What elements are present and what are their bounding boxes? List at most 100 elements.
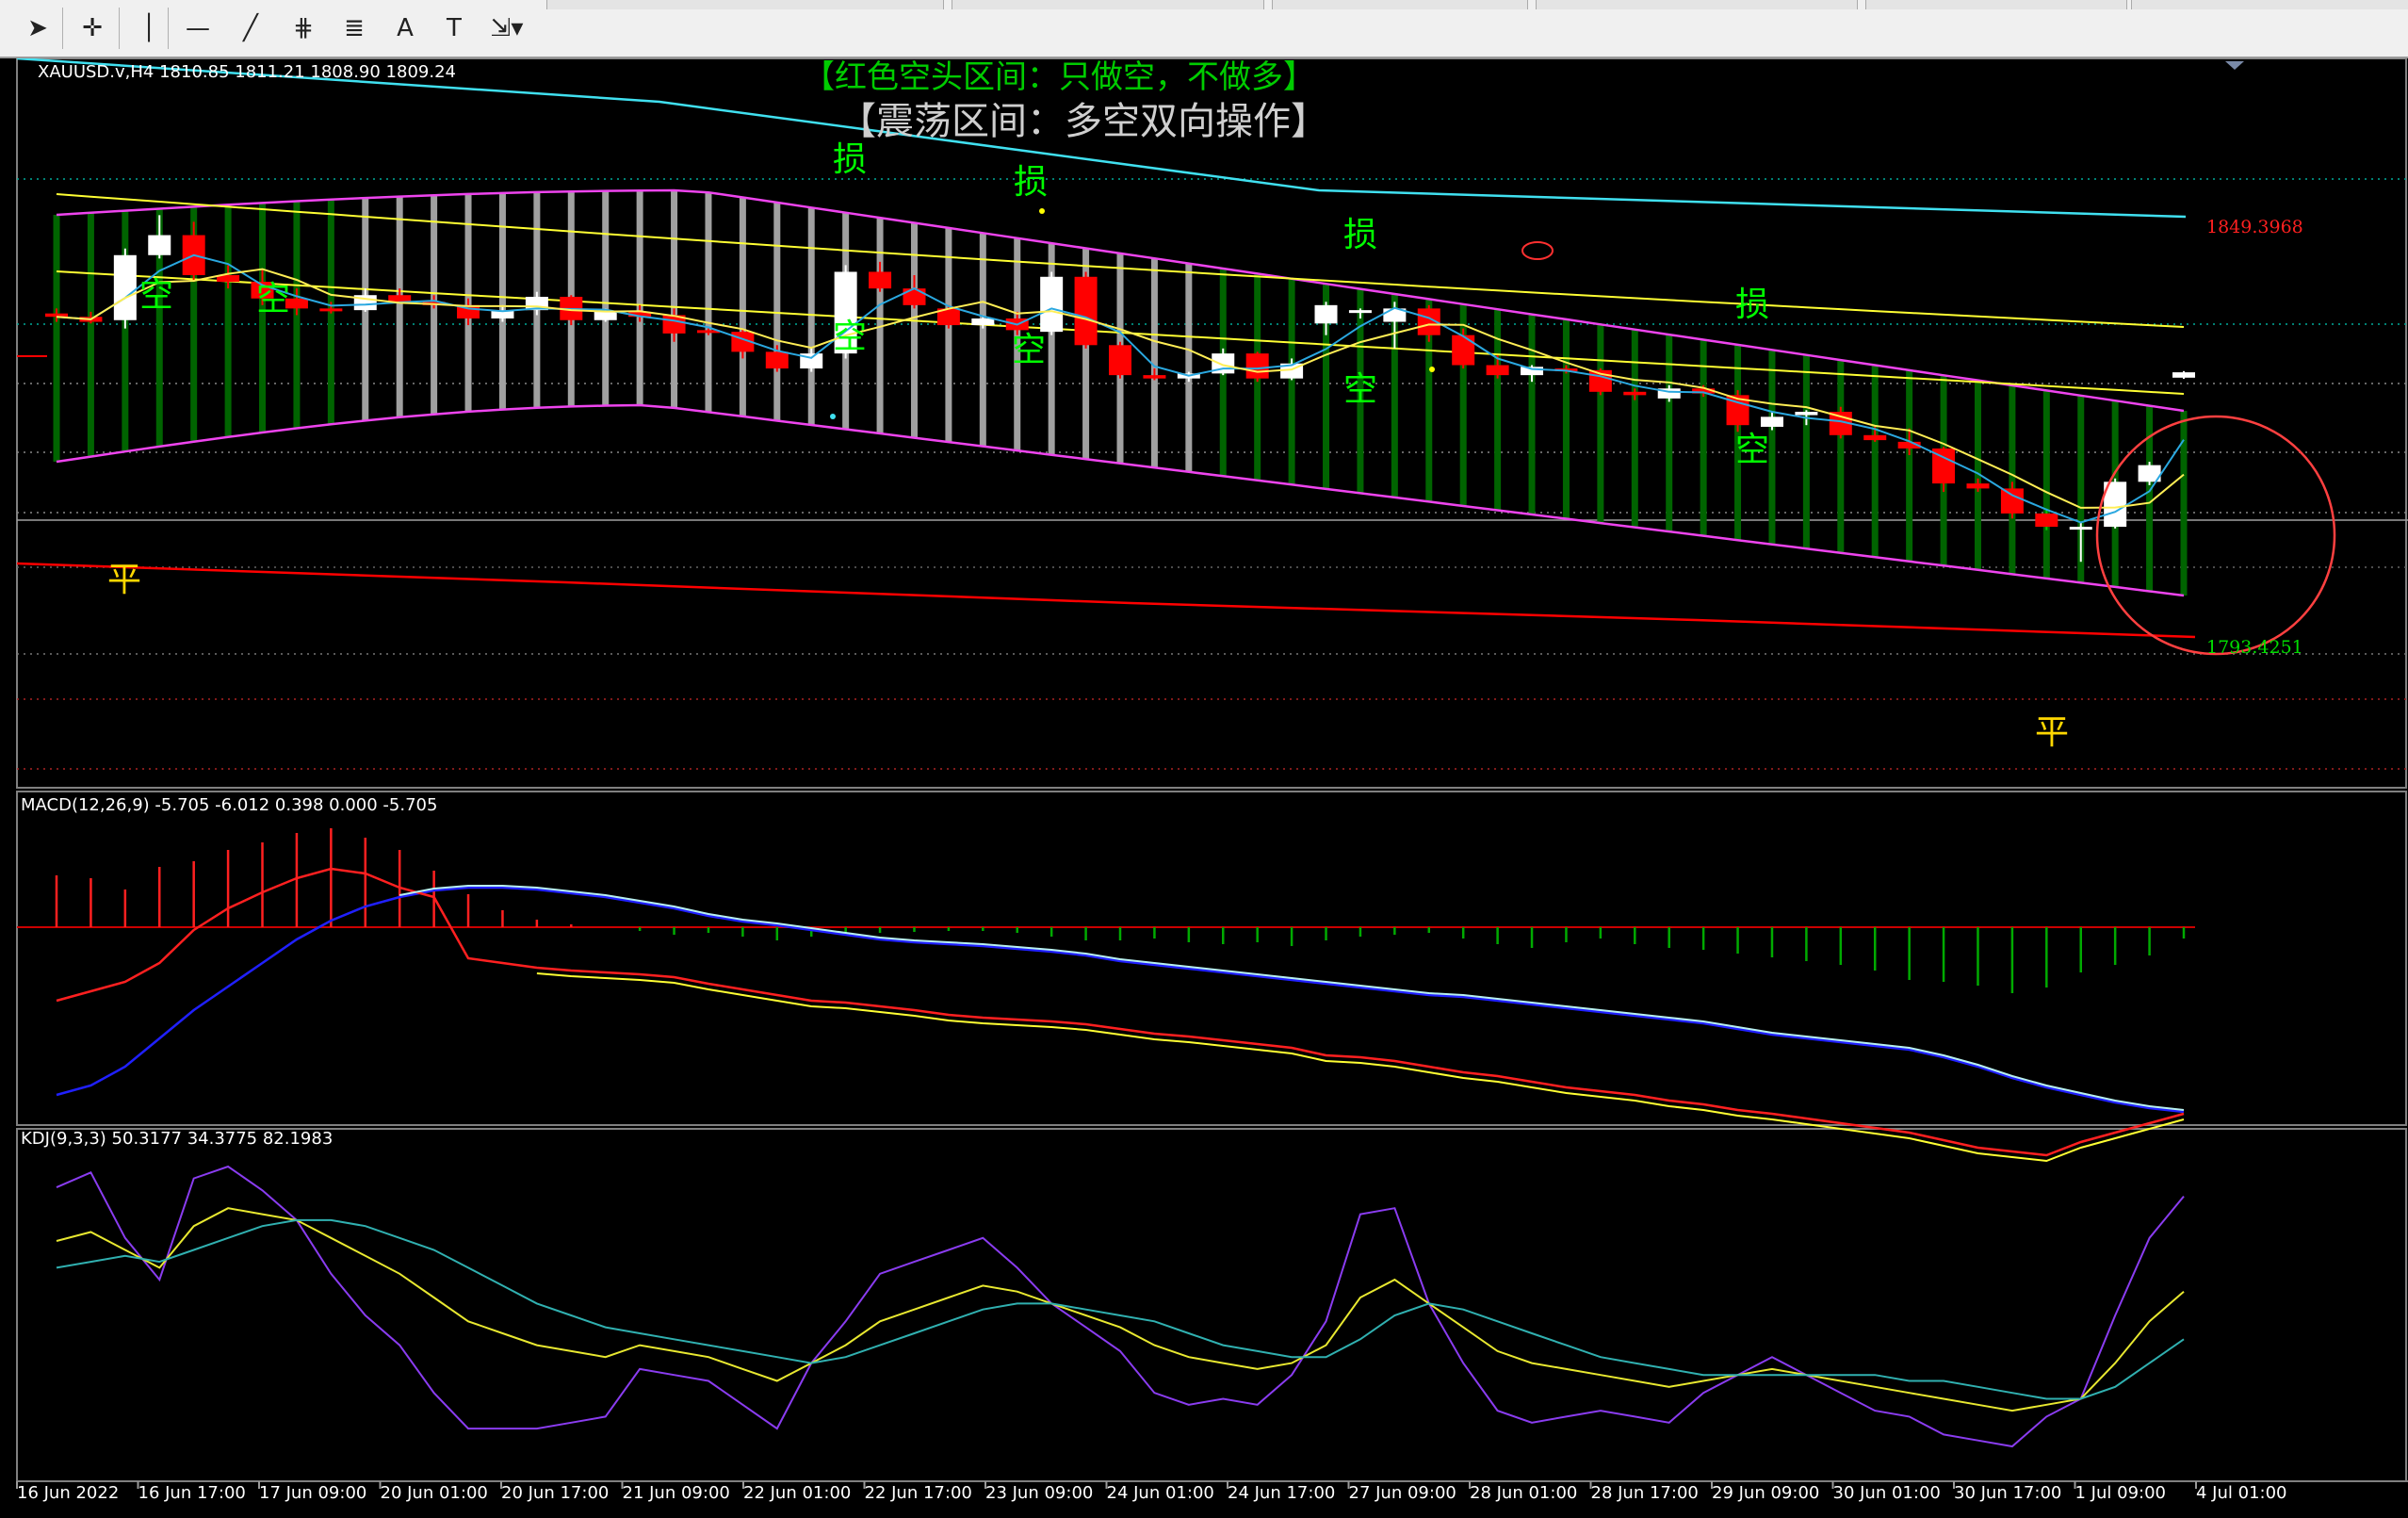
candle-body (2069, 527, 2092, 530)
kdj-k-line (56, 1207, 2185, 1412)
signal-marker: 空 (256, 280, 291, 318)
candle-body (903, 288, 926, 305)
signal-marker: 损 (1735, 286, 1770, 324)
signal-marker: 平 (2035, 713, 2070, 752)
candle-body (113, 254, 137, 320)
candle-body (1143, 375, 1166, 379)
time-axis-label: 21 Jun 09:00 (622, 1483, 730, 1503)
kdj-header: KDJ(9,3,3) 50.3177 34.3775 82.1983 (21, 1129, 334, 1149)
candle-body (1245, 353, 1269, 379)
time-axis-label: 1 Jul 09:00 (2074, 1483, 2167, 1503)
signal-marker: 损 (1014, 163, 1049, 202)
text-tool-button[interactable]: A (386, 9, 424, 47)
signal-marker: 空 (1343, 370, 1378, 409)
scroll-arrow-icon (2225, 61, 2244, 70)
candle-body (1486, 365, 1509, 376)
candle-body (1109, 345, 1131, 376)
candle-body (1863, 434, 1887, 441)
signal-marker: 空 (139, 276, 174, 315)
signal-marker: 空 (833, 318, 868, 356)
candle-body (1348, 310, 1372, 314)
time-axis-label: 4 Jul 01:00 (2196, 1483, 2287, 1503)
candle-body (388, 295, 412, 302)
signal-dot (830, 414, 836, 419)
kdj-j-line (56, 1165, 2185, 1448)
candle-body (45, 313, 68, 318)
small-red-ellipse (1521, 241, 1554, 260)
toolbar-tab-stub[interactable] (952, 0, 1264, 9)
kdj-panel-frame (16, 1128, 2407, 1482)
candle-body (2172, 372, 2195, 378)
signal-dot (1429, 367, 1435, 372)
candle-body (1795, 412, 1818, 416)
kdj-d-line (56, 1218, 2185, 1400)
signal-marker: 损 (833, 140, 868, 179)
time-axis-label: 16 Jun 17:00 (138, 1483, 246, 1503)
toolbar-tab-stub[interactable] (1865, 0, 2127, 9)
main-chart-header: XAUUSD.v,H4 1810.85 1811.21 1808.90 1809… (38, 62, 456, 82)
signal-marker: 空 (1735, 431, 1770, 469)
time-axis-label: 20 Jun 17:00 (501, 1483, 610, 1503)
fibo-retracement-tool-button[interactable]: ≣ (335, 9, 373, 47)
candle-body (594, 311, 617, 320)
candle-body (319, 308, 343, 312)
horizontal-line-tool-button[interactable]: — (179, 9, 217, 47)
chart-toolbar: ➤ ✛ │ — ╱ ⋕ ≣ A T ⇲▾ (0, 0, 2408, 58)
candle-body (2035, 513, 2058, 528)
candle-body (1314, 304, 1338, 324)
time-axis-label: 29 Jun 09:00 (1712, 1483, 1820, 1503)
signal-marker: 损 (1343, 216, 1378, 254)
time-axis-label: 22 Jun 17:00 (864, 1483, 972, 1503)
time-axis-label: 16 Jun 2022 (17, 1483, 120, 1503)
price-label-top: 1849.3968 (2206, 217, 2303, 237)
time-axis-label: 28 Jun 17:00 (1590, 1483, 1699, 1503)
price-label-bottom: 1793.4251 (2206, 637, 2303, 658)
red-ma-line (16, 562, 2196, 639)
candle-body (1966, 483, 1990, 489)
macd-main-line (56, 867, 2185, 1157)
time-axis-label: 28 Jun 01:00 (1470, 1483, 1578, 1503)
chart-area[interactable]: XAUUSD.v,H4 1810.85 1811.21 1808.90 1809… (0, 57, 2408, 1514)
arrows-tool-button[interactable]: ⇲▾ (480, 9, 533, 47)
time-axis-label: 23 Jun 09:00 (985, 1483, 1094, 1503)
time-axis-label: 24 Jun 17:00 (1228, 1483, 1336, 1503)
toolbar-tab-stub[interactable] (2131, 0, 2408, 9)
toolbar-separator (119, 8, 120, 49)
trendline-tool-button[interactable]: ╱ (232, 9, 269, 47)
toolbar-separator (62, 8, 63, 49)
candle-body (971, 318, 995, 326)
crosshair-tool-button[interactable]: ✛ (73, 9, 111, 47)
time-axis-label: 27 Jun 09:00 (1348, 1483, 1456, 1503)
toolbar-separator (168, 8, 169, 49)
toolbar-tab-stub[interactable] (1272, 0, 1528, 9)
candle-body (765, 351, 789, 369)
candle-body (1452, 335, 1475, 366)
signal-marker: 空 (1012, 331, 1047, 369)
time-axis-label: 30 Jun 17:00 (1954, 1483, 2062, 1503)
cursor-tool-button[interactable]: ➤ (19, 9, 57, 47)
candle-body (148, 235, 171, 255)
macd-line-yellow (536, 972, 2185, 1163)
macd-signal-line (56, 886, 2185, 1114)
macd-panel-frame (16, 791, 2407, 1126)
candle-body (1623, 391, 1647, 396)
time-axis-label: 22 Jun 01:00 (743, 1483, 852, 1503)
time-axis-label: 30 Jun 01:00 (1832, 1483, 1941, 1503)
signal-dot (1039, 208, 1045, 214)
vertical-line-tool-button[interactable]: │ (130, 9, 168, 47)
time-axis-label: 17 Jun 09:00 (259, 1483, 367, 1503)
text-label-tool-button[interactable]: T (435, 9, 473, 47)
fibo-fan-tool-button[interactable]: ⋕ (285, 9, 322, 47)
time-axis-label: 20 Jun 01:00 (380, 1483, 488, 1503)
range-zone-text: 【震荡区间：多空双向操作】 (838, 100, 1328, 143)
signal-marker: 平 (107, 561, 142, 599)
macd-header: MACD(12,26,9) -5.705 -6.012 0.398 0.000 … (21, 795, 438, 815)
candle-body (869, 271, 892, 289)
candle-body (1074, 276, 1098, 346)
price-chart-svg[interactable] (0, 57, 2408, 1514)
macd-line-cyan (399, 885, 2185, 1111)
candle-body (2000, 488, 2024, 514)
time-axis-label: 24 Jun 01:00 (1106, 1483, 1214, 1503)
toolbar-tab-stub[interactable] (546, 0, 944, 9)
toolbar-tab-stub[interactable] (1536, 0, 1858, 9)
